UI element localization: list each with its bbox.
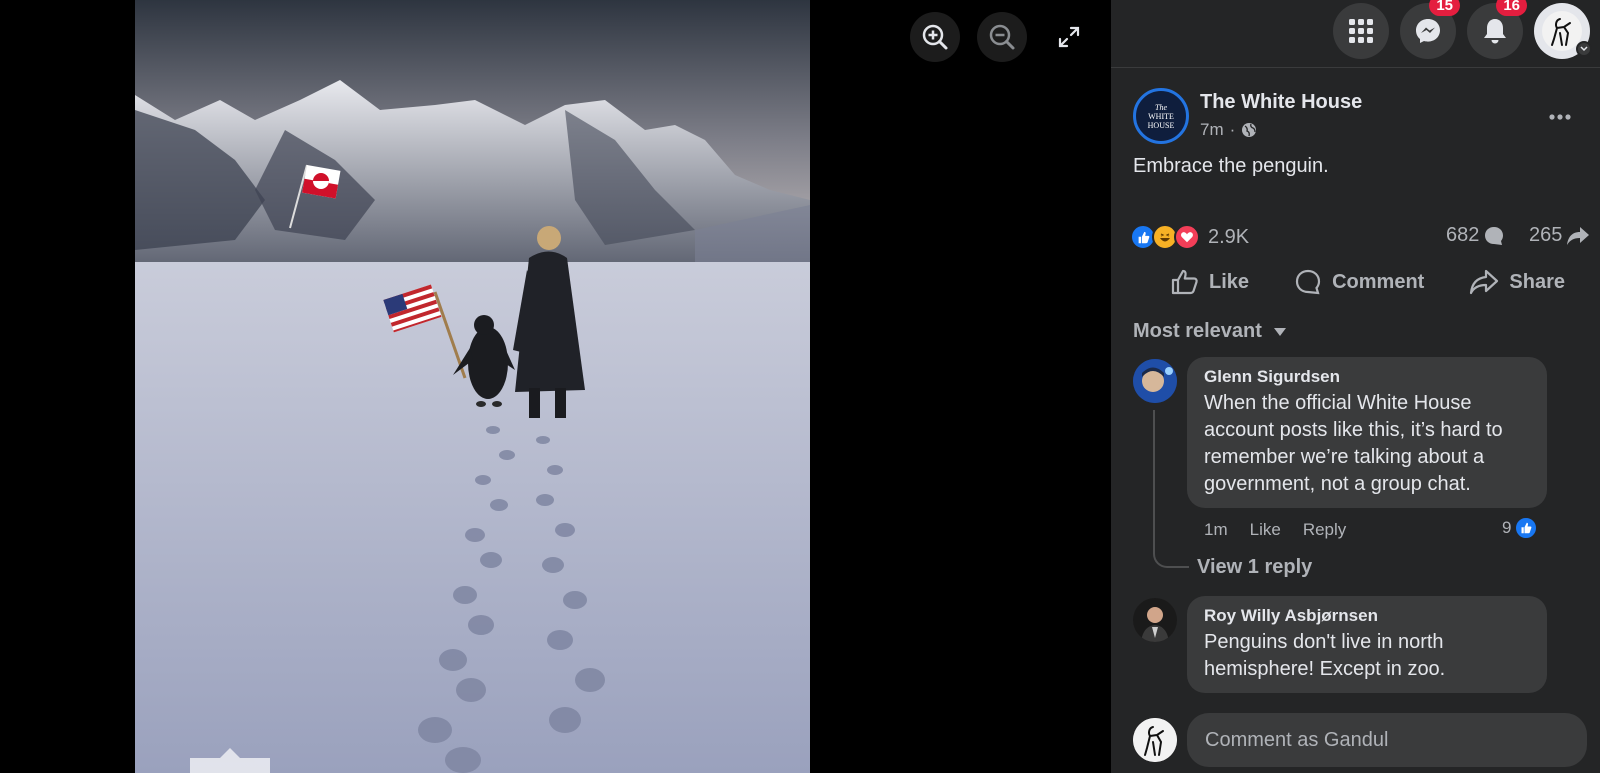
sort-label: Most relevant [1133,320,1262,342]
comment-author[interactable]: Glenn Sigurdsen [1204,367,1530,387]
like-label: Like [1209,270,1250,293]
post-options-button[interactable] [1548,100,1572,128]
love-reaction-icon [1174,224,1200,250]
post-meta: 7m · [1200,120,1257,140]
messenger-button[interactable]: 15 [1400,0,1460,59]
share-arrow-icon [1567,226,1590,245]
comments-count-link[interactable]: 682 [1446,224,1505,247]
comment-likes-count: 9 [1502,518,1512,537]
zoom-out-button[interactable] [977,12,1027,62]
like-reaction-icon [1514,516,1539,540]
post-photo[interactable] [135,0,810,773]
page-name[interactable]: The White House [1200,91,1362,114]
comments-count: 682 [1446,224,1480,246]
notifications-badge: 16 [1496,0,1527,16]
menu-button[interactable] [1333,3,1389,59]
chevron-down-icon [1576,41,1592,57]
comment-author[interactable]: Roy Willy Asbjørnsen [1204,606,1530,626]
globe-icon [1242,123,1257,137]
post-time[interactable]: 7m [1200,120,1224,140]
commenter-avatar[interactable] [1133,359,1177,403]
page-avatar[interactable]: The WHITE HOUSE [1133,88,1189,144]
share-label: Share [1509,270,1565,293]
user-avatar[interactable] [1133,718,1177,762]
messenger-badge: 15 [1429,0,1460,16]
comment-likes[interactable]: 9 [1502,516,1539,540]
comment-button[interactable]: Comment [1286,262,1432,302]
post-text: Embrace the penguin. [1133,155,1329,177]
avatar-text-line: WHITE [1148,111,1174,121]
fullscreen-button[interactable] [1044,12,1094,62]
comment-bubble-icon [1485,226,1504,245]
commenter-avatar[interactable] [1133,598,1177,642]
comment-reply-link[interactable]: Reply [1303,520,1346,540]
zoom-in-button[interactable] [910,12,960,62]
zoom-in-icon [922,24,948,50]
post-header: The WHITE HOUSE [1133,88,1189,144]
top-bar: 15 16 [1111,0,1600,68]
reactions-summary[interactable]: 2.9K [1130,224,1249,250]
photo-scene [135,0,810,773]
expand-icon [1058,26,1080,48]
comment-bubble: Roy Willy Asbjørnsen Penguins don't live… [1187,596,1547,693]
more-dots-icon [1549,114,1571,120]
comment-sort-dropdown[interactable]: Most relevant [1133,320,1286,343]
comment-like-link[interactable]: Like [1250,520,1281,540]
post-actions: Like Comment Share [1133,262,1573,302]
view-replies-link[interactable]: View 1 reply [1197,556,1312,579]
avatar-text-line: The [1155,102,1167,112]
comment-meta: 1m Like Reply [1204,520,1346,540]
messenger-icon [1416,19,1440,43]
shares-count: 265 [1529,224,1563,246]
comment-input-placeholder: Comment as Gandul [1205,728,1389,751]
grid-icon [1349,19,1373,43]
share-button[interactable]: Share [1461,262,1573,302]
photo-viewer [0,0,1111,773]
meta-separator: · [1229,120,1236,139]
comment-label: Comment [1332,270,1425,293]
zoom-out-icon [989,24,1015,50]
like-button[interactable]: Like [1163,262,1257,302]
share-icon [1470,269,1499,295]
caret-down-icon [1273,327,1286,336]
shares-count-link[interactable]: 265 [1529,224,1590,247]
comment-bubble: Glenn Sigurdsen When the official White … [1187,357,1547,508]
comment-time[interactable]: 1m [1204,520,1228,540]
comment-input[interactable]: Comment as Gandul [1187,713,1587,767]
reply-thread-line [1153,410,1189,568]
thumbs-up-icon [1171,269,1198,295]
comment-text: Penguins don't live in north hemisphere!… [1204,631,1446,680]
notifications-button[interactable]: 16 [1467,0,1527,59]
comment-text: When the official White House account po… [1204,392,1503,495]
comment-icon [1295,269,1321,295]
reactions-count: 2.9K [1208,225,1250,248]
profile-button[interactable] [1534,3,1592,59]
bell-icon [1484,19,1506,44]
avatar-text-line: HOUSE [1147,120,1175,130]
